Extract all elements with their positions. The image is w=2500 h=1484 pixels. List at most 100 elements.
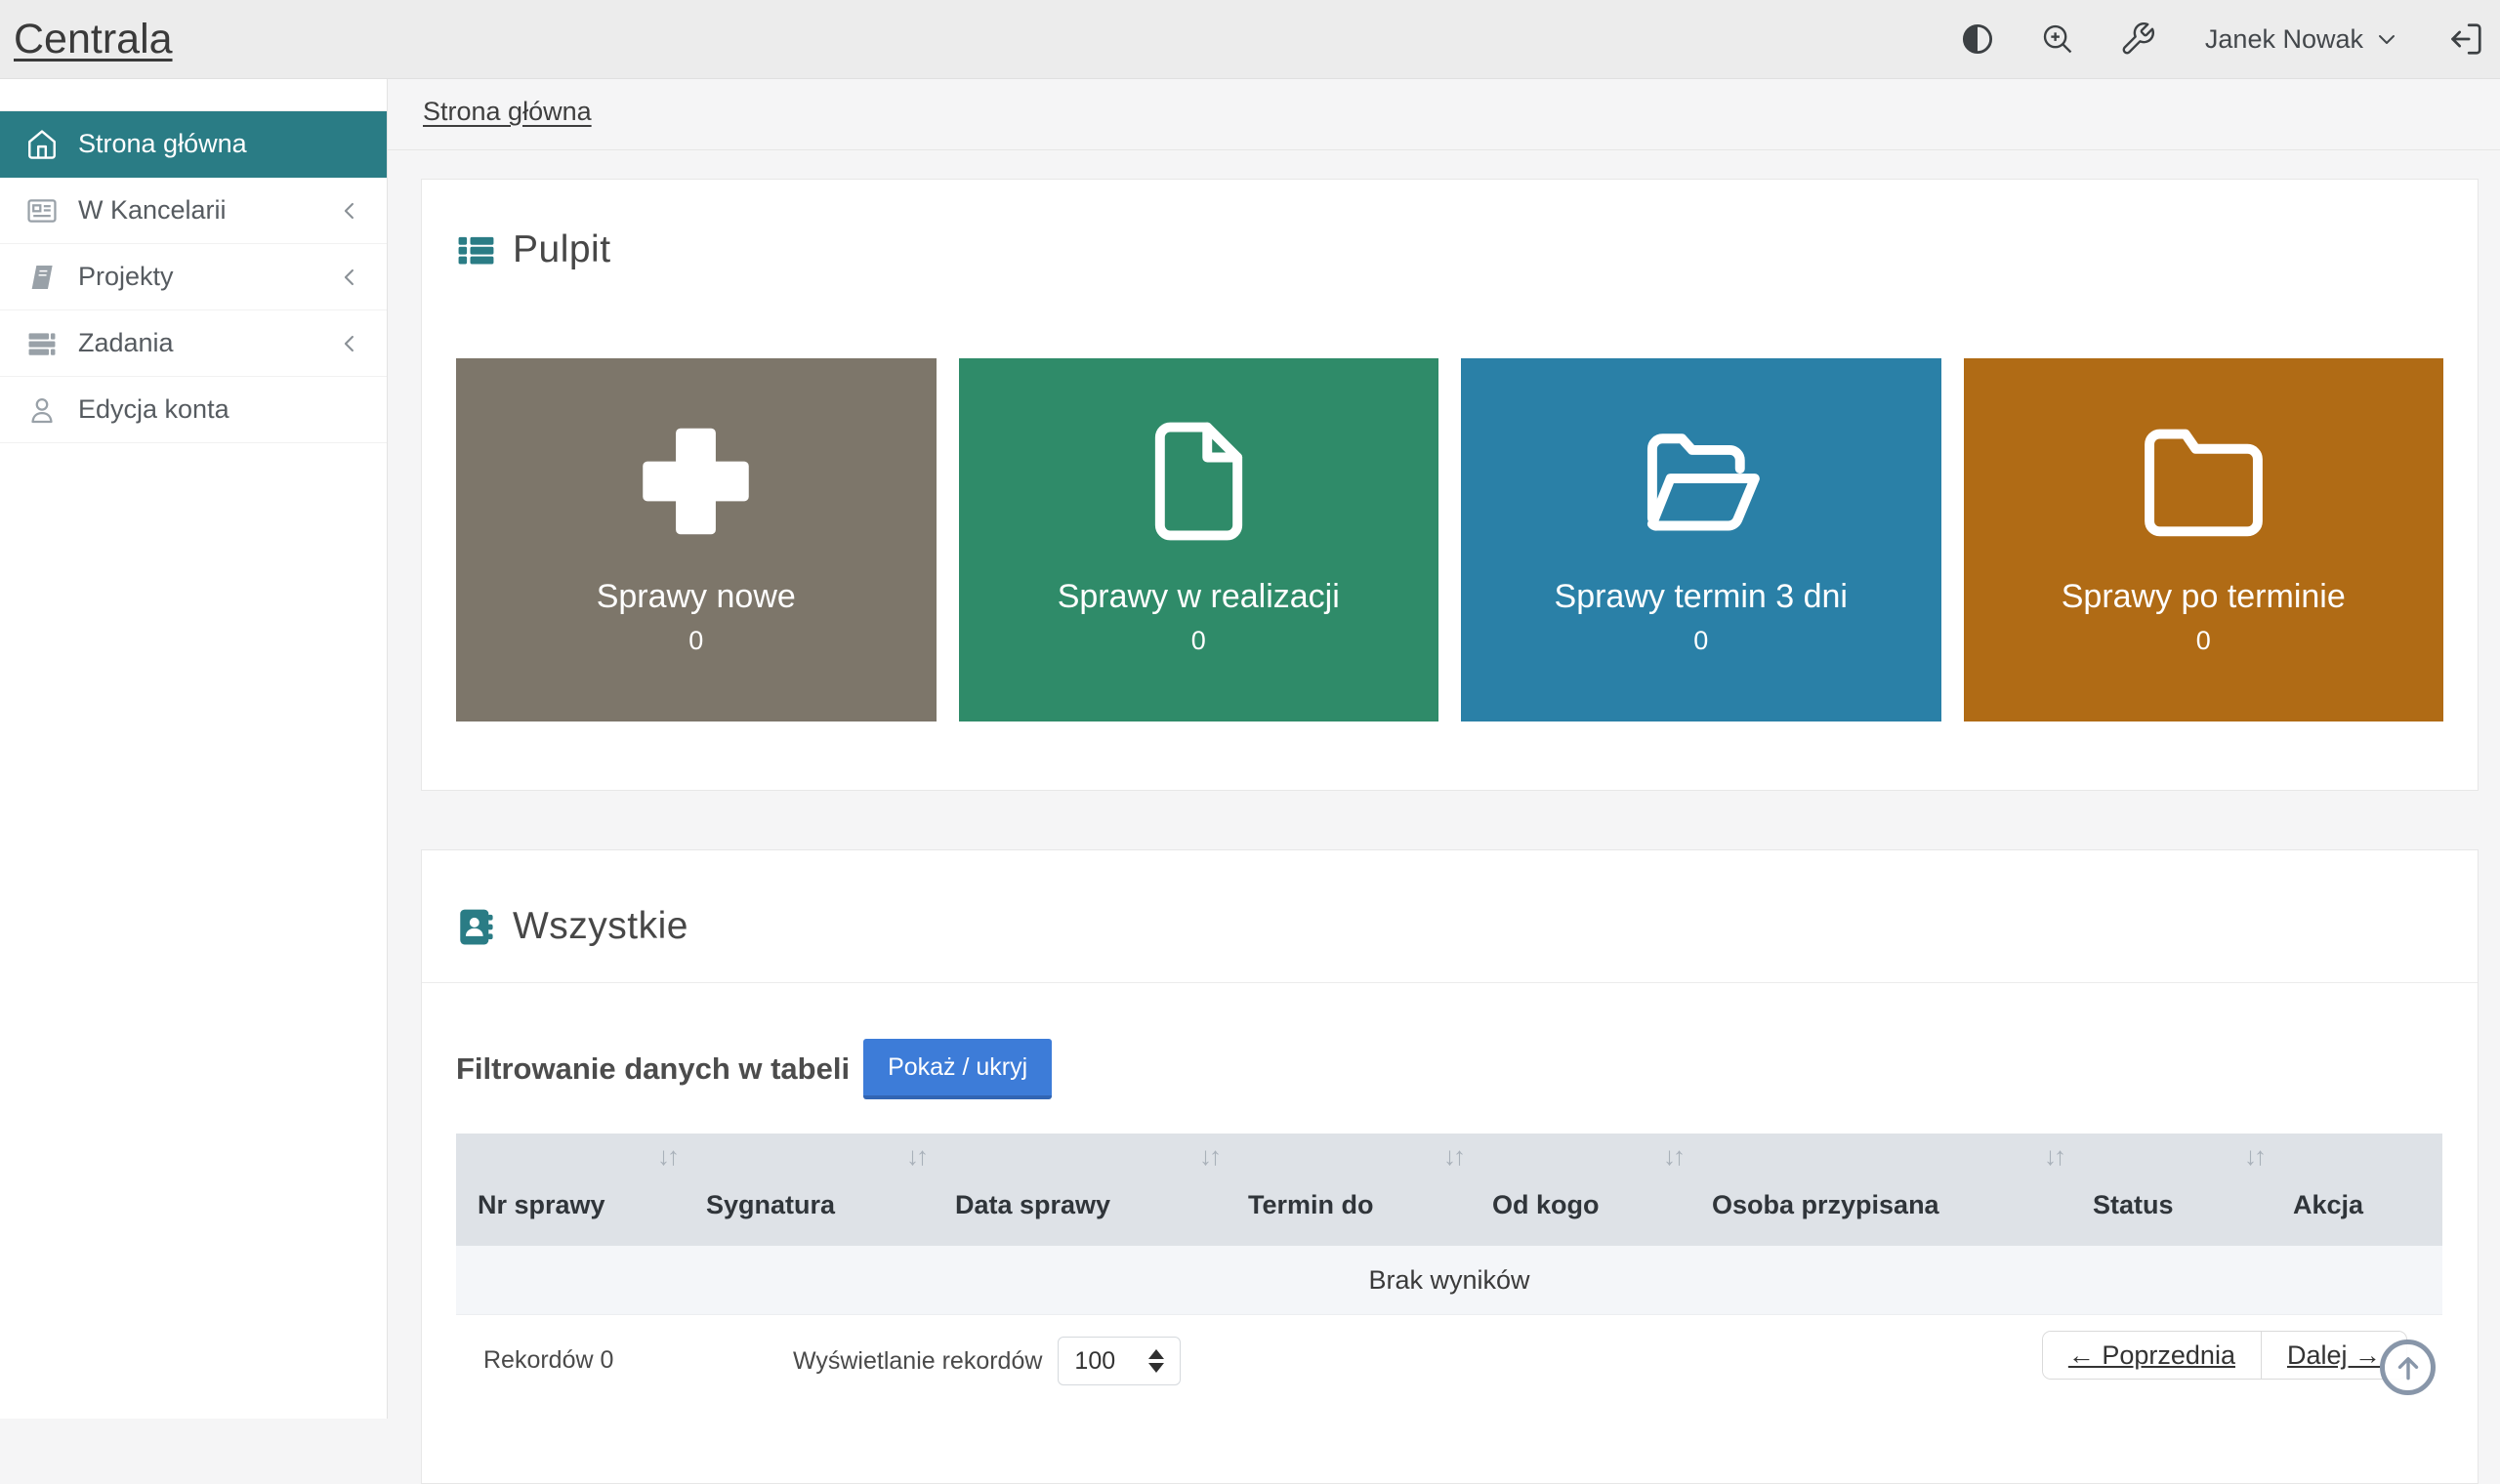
brand-link[interactable]: Centrala — [14, 16, 173, 63]
topbar-actions: Janek Nowak — [1959, 21, 2500, 58]
chevron-left-icon — [336, 264, 363, 291]
all-cases-header: Wszystkie — [456, 905, 688, 948]
column-label: Od kogo — [1492, 1190, 1600, 1220]
filter-row: Filtrowanie danych w tabeli Pokaż / ukry… — [456, 1039, 1052, 1099]
column-label: Sygnatura — [706, 1190, 835, 1220]
folder-icon — [2133, 358, 2274, 555]
all-cases-card: Wszystkie Filtrowanie danych w tabeli Po… — [421, 849, 2479, 1484]
logout-icon[interactable] — [2447, 21, 2484, 58]
page-size-value: 100 — [1074, 1347, 1115, 1376]
sidebar-item-label: Zadania — [78, 328, 174, 358]
column-label: Osoba przypisana — [1712, 1190, 1939, 1220]
breadcrumb[interactable]: Strona główna — [423, 97, 592, 127]
sort-icon[interactable]: ↓↑ — [1663, 1141, 1683, 1172]
column-header-od-kogo[interactable]: Od kogo ↓↑ — [1471, 1134, 1690, 1246]
topbar: Centrala Janek Nowak — [0, 0, 2500, 79]
column-label: Data sprawy — [955, 1190, 1110, 1220]
sidebar-item-zadania[interactable]: Zadania — [0, 310, 387, 377]
tile-label: Sprawy w realizacji — [1058, 578, 1340, 616]
tile-sprawy-nowe[interactable]: Sprawy nowe 0 — [456, 358, 937, 721]
dashboard-card: Pulpit Sprawy nowe0Sprawy w realizacji0S… — [421, 179, 2479, 791]
tile-count: 0 — [1191, 626, 1206, 656]
tile-count: 0 — [2196, 626, 2211, 656]
sidebar: Strona główna W Kancelarii Projekty Zadania… — [0, 79, 388, 1419]
arrow-up-icon — [2392, 1351, 2425, 1384]
sidebar-nav: Strona główna W Kancelarii Projekty Zadania… — [0, 110, 387, 443]
all-cases-title: Wszystkie — [513, 905, 688, 948]
address-book-icon — [456, 907, 496, 947]
plus-icon — [625, 358, 767, 555]
tile-count: 0 — [1693, 626, 1708, 656]
cases-table: Nr sprawy↓↑Sygnatura↓↑Data sprawy↓↑Termi… — [456, 1134, 2442, 1428]
sidebar-item-label: Projekty — [78, 262, 174, 292]
main-content: Strona główna Pulpit Sprawy nowe0Sprawy … — [388, 79, 2500, 1419]
user-icon — [25, 393, 59, 427]
file-icon — [1128, 358, 1270, 555]
chevron-down-icon — [2375, 27, 2398, 51]
server-icon — [25, 327, 59, 360]
dashboard-title: Pulpit — [513, 228, 611, 271]
select-spinner-icon — [1148, 1349, 1164, 1373]
column-label: Akcja — [2293, 1190, 2363, 1220]
scroll-to-top-button[interactable] — [2380, 1340, 2436, 1395]
column-header-osoba-przypisana[interactable]: Osoba przypisana ↓↑ — [1690, 1134, 2071, 1246]
previous-page-button[interactable]: ← Poprzednia — [2043, 1332, 2261, 1379]
column-label: Status — [2093, 1190, 2174, 1220]
section-divider — [422, 982, 2478, 983]
sort-icon[interactable]: ↓↑ — [1199, 1141, 1219, 1172]
sort-icon[interactable]: ↓↑ — [657, 1141, 677, 1172]
chevron-left-icon — [336, 330, 363, 357]
page-size-control: Wyświetlanie rekordów 100 — [793, 1337, 1181, 1385]
column-label: Nr sprawy — [478, 1190, 605, 1220]
sidebar-item-projekty[interactable]: Projekty — [0, 244, 387, 310]
empty-results-text: Brak wyników — [1368, 1265, 1529, 1296]
page-size-label: Wyświetlanie rekordów — [793, 1347, 1042, 1376]
dashboard-tiles: Sprawy nowe0Sprawy w realizacji0Sprawy t… — [456, 358, 2443, 721]
chevron-left-icon — [336, 197, 363, 225]
pagination: ← Poprzednia Dalej → — [2042, 1331, 2407, 1380]
sort-icon[interactable]: ↓↑ — [2244, 1141, 2264, 1172]
contrast-icon[interactable] — [1959, 21, 1996, 58]
sidebar-item-label: W Kancelarii — [78, 195, 227, 226]
sidebar-item-strona-glowna[interactable]: Strona główna — [0, 111, 387, 178]
column-label: Termin do — [1248, 1190, 1374, 1220]
folder-open-icon — [1630, 358, 1771, 555]
user-name: Janek Nowak — [2205, 24, 2363, 55]
tile-label: Sprawy po terminie — [2062, 578, 2346, 616]
sidebar-item-edycja-konta[interactable]: Edycja konta — [0, 377, 387, 443]
zoom-in-icon[interactable] — [2039, 21, 2076, 58]
records-count: Rekordów 0 — [483, 1346, 613, 1375]
book-icon — [25, 261, 59, 294]
table-empty-row: Brak wyników — [456, 1246, 2442, 1315]
filter-label: Filtrowanie danych w tabeli — [456, 1051, 850, 1087]
column-header-sygnatura[interactable]: Sygnatura ↓↑ — [685, 1134, 934, 1246]
sort-icon[interactable]: ↓↑ — [1443, 1141, 1463, 1172]
column-header-data-sprawy[interactable]: Data sprawy ↓↑ — [934, 1134, 1227, 1246]
home-icon — [25, 128, 59, 161]
user-menu[interactable]: Janek Nowak — [2205, 24, 2398, 55]
sidebar-item-label: Edycja konta — [78, 394, 229, 425]
column-header-termin-do[interactable]: Termin do ↓↑ — [1227, 1134, 1471, 1246]
content-divider — [388, 149, 2500, 150]
tile-label: Sprawy nowe — [597, 578, 796, 616]
page-size-select[interactable]: 100 — [1058, 1337, 1181, 1385]
column-header-nr-sprawy[interactable]: Nr sprawy ↓↑ — [456, 1134, 685, 1246]
tile-count: 0 — [688, 626, 703, 656]
newspaper-icon — [25, 194, 59, 227]
table-header-row: Nr sprawy↓↑Sygnatura↓↑Data sprawy↓↑Termi… — [456, 1134, 2442, 1246]
sidebar-item-w-kancelarii[interactable]: W Kancelarii — [0, 178, 387, 244]
sort-icon[interactable]: ↓↑ — [2044, 1141, 2063, 1172]
show-hide-filters-button[interactable]: Pokaż / ukryj — [863, 1039, 1052, 1099]
sidebar-item-label: Strona główna — [78, 129, 247, 159]
tile-sprawy-termin-3-dni[interactable]: Sprawy termin 3 dni 0 — [1461, 358, 1941, 721]
sort-icon[interactable]: ↓↑ — [906, 1141, 926, 1172]
column-header-akcja: Akcja — [2271, 1134, 2442, 1246]
table-footer: Rekordów 0 Wyświetlanie rekordów 100 ← P… — [456, 1315, 2442, 1428]
dashboard-header: Pulpit — [456, 228, 611, 271]
th-list-icon — [456, 230, 496, 270]
tile-sprawy-po-terminie[interactable]: Sprawy po terminie 0 — [1964, 358, 2444, 721]
tile-sprawy-w-realizacji[interactable]: Sprawy w realizacji 0 — [959, 358, 1439, 721]
tile-label: Sprawy termin 3 dni — [1555, 578, 1848, 616]
column-header-status[interactable]: Status ↓↑ — [2071, 1134, 2271, 1246]
wrench-icon[interactable] — [2119, 21, 2156, 58]
